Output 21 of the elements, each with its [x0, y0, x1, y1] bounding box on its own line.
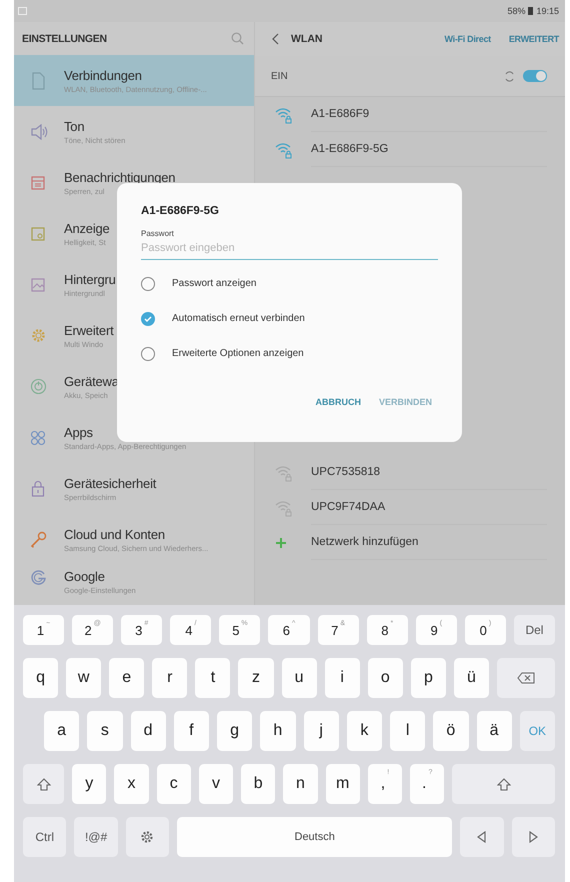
option-label: Passwort anzeigen: [172, 278, 256, 289]
option-label: Erweiterte Optionen anzeigen: [172, 348, 304, 359]
item-title: Ton: [64, 118, 86, 134]
battery-percent: 58%: [507, 6, 526, 16]
item-title: Apps: [64, 424, 94, 440]
dialog-title: A1-E686F9-5G: [141, 205, 220, 217]
item-title: Anzeige: [64, 220, 110, 236]
item-title: Google: [64, 569, 106, 584]
sidebar-title: EINSTELLUNGEN: [22, 32, 107, 44]
item-title: Benachrichtigungen: [64, 170, 176, 184]
wifi-switch-label: EIN: [271, 70, 289, 82]
option-label: Automatisch erneut verbinden: [172, 313, 305, 324]
item-title: Gerätewa: [64, 374, 119, 388]
item-title: Verbindungen: [64, 68, 143, 82]
status-time: 19:15: [536, 6, 559, 16]
item-title: Erweitert: [64, 322, 114, 338]
page-title: WLAN: [291, 33, 324, 45]
field-label: Passwort: [141, 229, 175, 238]
item-title: Hintergru: [64, 272, 116, 286]
item-title: Gerätesicherheit: [64, 476, 156, 490]
item-title: Cloud und Konten: [64, 526, 166, 542]
